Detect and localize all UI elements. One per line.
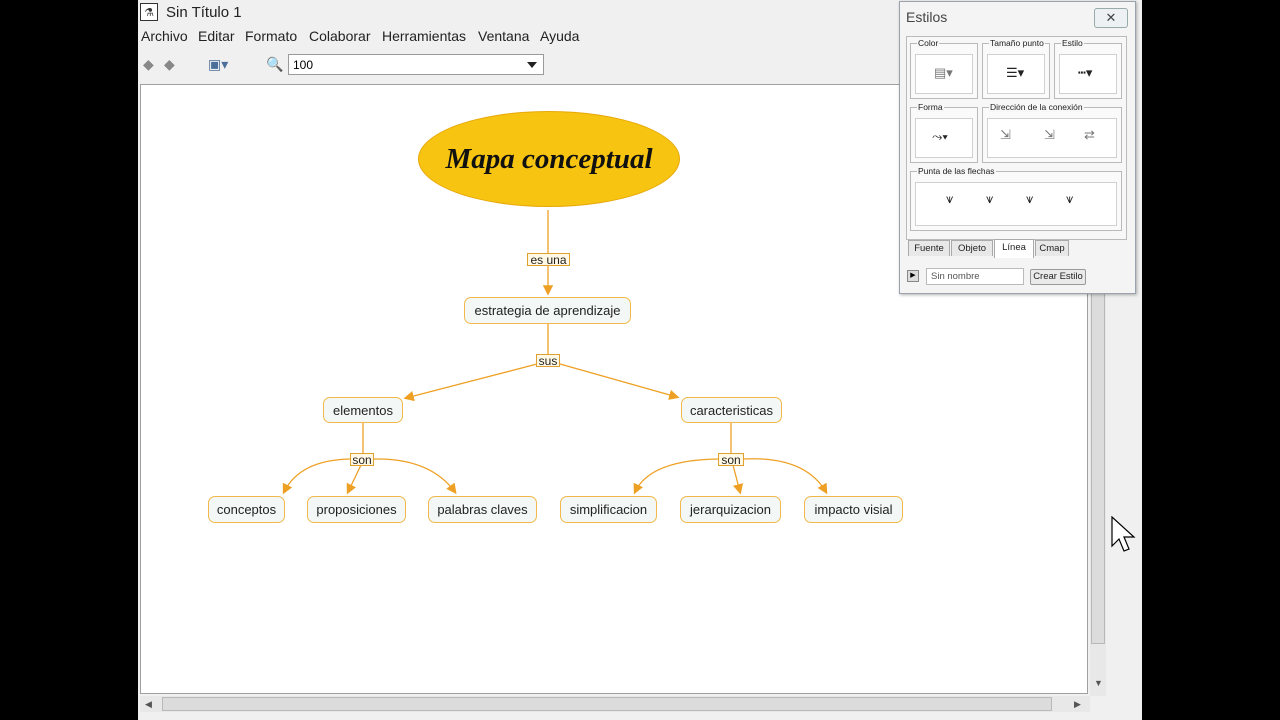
style-label: Estilo <box>1061 38 1084 48</box>
direction-backward-icon[interactable]: ⇲ <box>1044 127 1055 143</box>
concept-impacto-visial[interactable]: impacto visial <box>804 496 903 523</box>
styles-tabs: Fuente Objeto Línea Cmap <box>906 239 1127 258</box>
main-concept[interactable]: Mapa conceptual <box>418 111 680 207</box>
color-swatch-icon: ▤▾ <box>934 65 953 80</box>
color-group: Color ▤▾ <box>910 38 978 99</box>
point-size-label: Tamaño punto <box>989 38 1045 48</box>
arrowhead-both-icon[interactable]: ⩛ <box>1026 191 1033 207</box>
shape-label: Forma <box>917 102 944 112</box>
style-name-field[interactable]: Sin nombre <box>926 268 1024 285</box>
connection-line <box>282 458 351 495</box>
curve-shape-icon: ⤳▾ <box>932 129 948 144</box>
arrowhead-up-icon[interactable]: ⩛ <box>986 191 993 207</box>
connection-direction-group: Dirección de la conexión ⇲ ⇲ ⇄ <box>982 102 1122 163</box>
arrowhead-group: Punta de las flechas ⩛ ⩛ ⩛ ⩛ <box>910 166 1122 231</box>
line-shape-button[interactable]: ⤳▾ <box>915 118 973 158</box>
connection-line <box>346 464 362 495</box>
concept-simplificacion[interactable]: simplificacion <box>560 496 657 523</box>
dotted-line-icon: ┅▾ <box>1078 65 1093 80</box>
arrowhead-down-icon[interactable]: ⩛ <box>946 191 953 207</box>
concept-jerarquizacion[interactable]: jerarquizacion <box>680 496 781 523</box>
close-button[interactable]: ✕ <box>1094 8 1128 28</box>
link-label-son-right[interactable]: son <box>718 453 744 466</box>
connection-line <box>732 464 744 495</box>
line-thickness-icon: ☰▾ <box>1006 65 1025 80</box>
styles-panel-body: Color ▤▾ Tamaño punto ☰▾ Estilo ┅▾ Forma… <box>906 36 1127 240</box>
shape-group: Forma ⤳▾ <box>910 102 978 163</box>
tab-objeto[interactable]: Objeto <box>951 240 993 256</box>
create-style-button[interactable]: Crear Estilo <box>1030 269 1086 285</box>
connection-line <box>743 458 828 495</box>
styles-panel: Estilos ✕ Color ▤▾ Tamaño punto ☰▾ Estil… <box>899 1 1136 294</box>
connection-line <box>633 458 719 495</box>
connection-line <box>373 458 457 495</box>
concept-proposiciones[interactable]: proposiciones <box>307 496 406 523</box>
color-picker-button[interactable]: ▤▾ <box>915 54 973 94</box>
connection-direction-options: ⇲ ⇲ ⇄ <box>987 118 1117 158</box>
color-label: Color <box>917 38 940 48</box>
concept-caracteristicas[interactable]: caracteristicas <box>681 397 782 423</box>
arrowhead-none-icon[interactable]: ⩛ <box>1066 191 1073 207</box>
connection-direction-label: Dirección de la conexión <box>989 102 1084 112</box>
styles-panel-title: Estilos <box>906 9 948 25</box>
mouse-cursor-icon <box>1111 516 1136 552</box>
style-group: Estilo ┅▾ <box>1054 38 1122 99</box>
tab-linea[interactable]: Línea <box>994 239 1034 258</box>
concept-conceptos[interactable]: conceptos <box>208 496 285 523</box>
arrowhead-label: Punta de las flechas <box>917 166 996 176</box>
link-label-sus[interactable]: sus <box>536 354 560 367</box>
line-style-button[interactable]: ┅▾ <box>1059 54 1117 94</box>
point-size-group: Tamaño punto ☰▾ <box>982 38 1050 99</box>
connection-line <box>403 363 538 402</box>
link-label-son-left[interactable]: son <box>350 453 374 466</box>
concept-elementos[interactable]: elementos <box>323 397 403 423</box>
direction-bidirectional-icon[interactable]: ⇄ <box>1084 127 1095 143</box>
arrowhead-options: ⩛ ⩛ ⩛ ⩛ <box>915 182 1117 226</box>
connection-line <box>559 363 680 400</box>
expand-arrow-icon[interactable]: ▶ <box>907 270 919 282</box>
direction-forward-icon[interactable]: ⇲ <box>1000 127 1011 143</box>
point-size-button[interactable]: ☰▾ <box>987 54 1045 94</box>
link-label-es-una[interactable]: es una <box>527 253 570 266</box>
concept-estrategia[interactable]: estrategia de aprendizaje <box>464 297 631 324</box>
tab-fuente[interactable]: Fuente <box>908 240 950 256</box>
tab-cmap[interactable]: Cmap <box>1035 240 1069 256</box>
concept-palabras-claves[interactable]: palabras claves <box>428 496 537 523</box>
